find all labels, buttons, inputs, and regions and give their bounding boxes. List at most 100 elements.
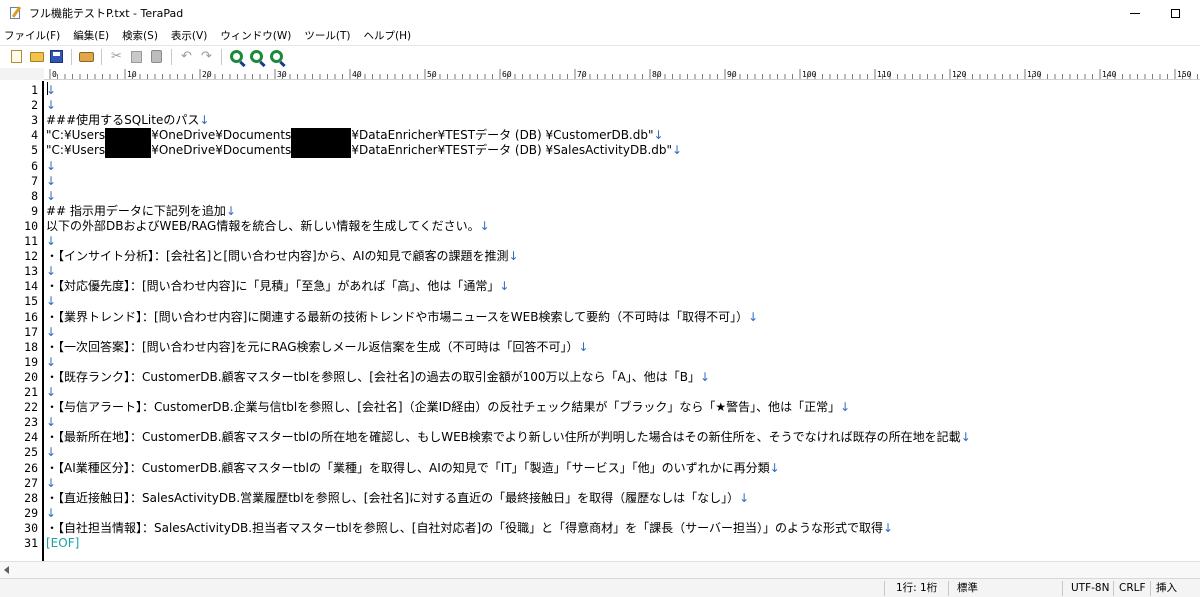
menu-window[interactable]: ウィンドウ(W) — [220, 28, 291, 43]
text-line: "C:¥Users ¥OneDrive¥Documents ¥DataEnriche… — [46, 143, 682, 159]
line-number: 20 — [24, 369, 38, 384]
line-number: 1 — [31, 83, 38, 97]
text-line: ↓ — [46, 415, 56, 430]
line-text: ・【一次回答案】：[問い合わせ内容]を元にRAG検索しメール返信案を生成（不可時… — [46, 339, 579, 354]
line-break-icon: ↓ — [46, 385, 57, 399]
ruler-label: 110 — [877, 70, 892, 79]
line-break-icon: ↓ — [46, 173, 57, 188]
open-button[interactable] — [28, 48, 45, 65]
line-number: 25 — [24, 445, 38, 460]
line-number: 22 — [24, 400, 38, 415]
text-line: ↓ — [46, 506, 56, 521]
line-break-icon: ↓ — [46, 354, 57, 369]
line-break-icon: ↓ — [225, 203, 236, 218]
toolbar-separator — [221, 48, 222, 65]
line-break-icon: ↓ — [840, 400, 851, 415]
status-divider — [1062, 581, 1063, 596]
copy-button[interactable] — [128, 48, 145, 65]
new-file-button[interactable] — [8, 48, 25, 65]
find-button[interactable] — [228, 48, 245, 65]
text-line: ↓ — [46, 355, 56, 370]
eof-marker: [EOF] — [46, 536, 80, 550]
ruler-label: 100 — [802, 70, 817, 79]
line-number: 3 — [31, 113, 38, 128]
maximize-icon — [1170, 8, 1180, 18]
ruler-label: 10 — [127, 70, 137, 79]
line-text: ・【インサイト分析】：[会社名]と[問い合わせ内容]から、AIの知見で顧客の課題… — [46, 249, 509, 264]
find-icon — [230, 50, 243, 63]
menu-view[interactable]: 表示(V) — [171, 28, 207, 43]
text-line: ↓ — [46, 83, 56, 98]
text-line: ・【自社担当情報】：SalesActivityDB.担当者マスターtblを参照し… — [46, 521, 893, 536]
line-number: 12 — [24, 249, 38, 264]
text-line: ↓ — [46, 445, 56, 460]
paste-button[interactable] — [148, 48, 165, 65]
line-break-icon: ↓ — [46, 188, 57, 203]
ruler-label: 150 — [1177, 70, 1192, 79]
status-cursor-position: 1行: 1桁 — [896, 582, 938, 594]
terapad-app-icon — [9, 6, 23, 20]
status-newline[interactable]: CRLF — [1115, 579, 1150, 597]
line-break-icon: ↓ — [46, 505, 57, 520]
save-button[interactable] — [48, 48, 65, 65]
horizontal-scrollbar[interactable] — [0, 561, 1200, 578]
line-number: 11 — [24, 234, 38, 248]
menu-help[interactable]: ヘルプ(H) — [364, 28, 412, 43]
print-icon — [79, 51, 94, 62]
undo-icon: ↶ — [181, 49, 192, 64]
line-text: ###使用するSQLiteのパス — [46, 113, 200, 128]
find-previous-button[interactable] — [268, 48, 285, 65]
menu-search[interactable]: 検索(S) — [122, 28, 158, 43]
line-break-icon: ↓ — [508, 249, 519, 264]
line-break-icon: ↓ — [769, 460, 780, 475]
line-text: ・【自社担当情報】：SalesActivityDB.担当者マスターtblを参照し… — [46, 520, 884, 535]
line-text: ・【業界トレンド】：[問い合わせ内容]に関連する最新の技術トレンドや市場ニュース… — [46, 309, 749, 324]
line-text: "C:¥Users — [46, 143, 106, 158]
ruler-label: 140 — [1102, 70, 1117, 79]
text-line: ・【対応優先度】：[問い合わせ内容]に「見積」「至急」があれば「高」、他は「通常… — [46, 279, 509, 294]
text-line: ↓ — [46, 476, 56, 491]
line-number: 29 — [24, 505, 38, 520]
text-line: [EOF] — [46, 536, 79, 551]
text-line: ↓ — [46, 325, 56, 340]
print-button[interactable] — [78, 48, 95, 65]
scroll-left-icon[interactable] — [4, 566, 9, 574]
redacted-block — [291, 143, 352, 159]
line-break-icon: ↓ — [46, 98, 57, 113]
line-break-icon: ↓ — [46, 415, 57, 430]
ruler-label: 60 — [502, 70, 512, 79]
redo-button[interactable]: ↷ — [198, 48, 215, 65]
line-number: 8 — [31, 188, 38, 203]
status-encoding[interactable]: UTF-8N — [1067, 579, 1113, 597]
line-number: 9 — [31, 203, 38, 218]
line-number: 10 — [24, 218, 38, 233]
line-break-icon: ↓ — [578, 339, 589, 354]
find-next-button[interactable] — [248, 48, 265, 65]
text-line: "C:¥Users ¥OneDrive¥Documents ¥DataEnriche… — [46, 128, 664, 144]
line-break-icon: ↓ — [499, 279, 510, 294]
line-text: ・【対応優先度】：[問い合わせ内容]に「見積」「至急」があれば「高」、他は「通常… — [46, 279, 500, 294]
text-line: ・【最新所在地】：CustomerDB.顧客マスターtblの所在地を確認し、もし… — [46, 430, 971, 445]
text-line: ・【AI業種区分】：CustomerDB.顧客マスターtblの「業種」を取得し、… — [46, 461, 780, 476]
text-line: ↓ — [46, 159, 56, 174]
maximize-button[interactable] — [1152, 0, 1198, 26]
line-text: ¥DataEnricher¥TESTデータ (DB) ¥SalesActivit… — [351, 143, 673, 158]
undo-button[interactable]: ↶ — [178, 48, 195, 65]
line-number: 4 — [31, 128, 38, 143]
cut-button[interactable]: ✂ — [108, 48, 125, 65]
line-text: ・【与信アラート】：CustomerDB.企業与信tblを参照し、[会社名]（企… — [46, 400, 841, 415]
editor[interactable]: 1 2 3 4 5 6 7 8 9 10 11 12 13 14 15 16 17 18 19 20 21 22 23 24 2… — [0, 81, 1200, 561]
text-line: ・【直近接触日】：SalesActivityDB.営業履歴tblを参照し、[会社… — [46, 491, 749, 506]
line-break-icon: ↓ — [46, 324, 57, 339]
menu-bar: ファイル(F) 編集(E) 検索(S) 表示(V) ウィンドウ(W) ツール(T… — [0, 26, 1200, 44]
line-number: 13 — [24, 264, 38, 279]
line-break-icon: ↓ — [739, 490, 750, 505]
line-break-icon: ↓ — [960, 430, 971, 445]
menu-edit[interactable]: 編集(E) — [73, 28, 109, 43]
menu-file[interactable]: ファイル(F) — [4, 28, 60, 43]
status-mode: 標準 — [957, 582, 978, 594]
line-number: 31 — [24, 536, 38, 550]
text-area[interactable]: ↓ ↓ ###使用するSQLiteのパス↓ "C:¥Users ¥OneDrive¥Do… — [46, 81, 1200, 561]
menu-tools[interactable]: ツール(T) — [304, 28, 350, 43]
line-break-icon: ↓ — [46, 234, 57, 248]
